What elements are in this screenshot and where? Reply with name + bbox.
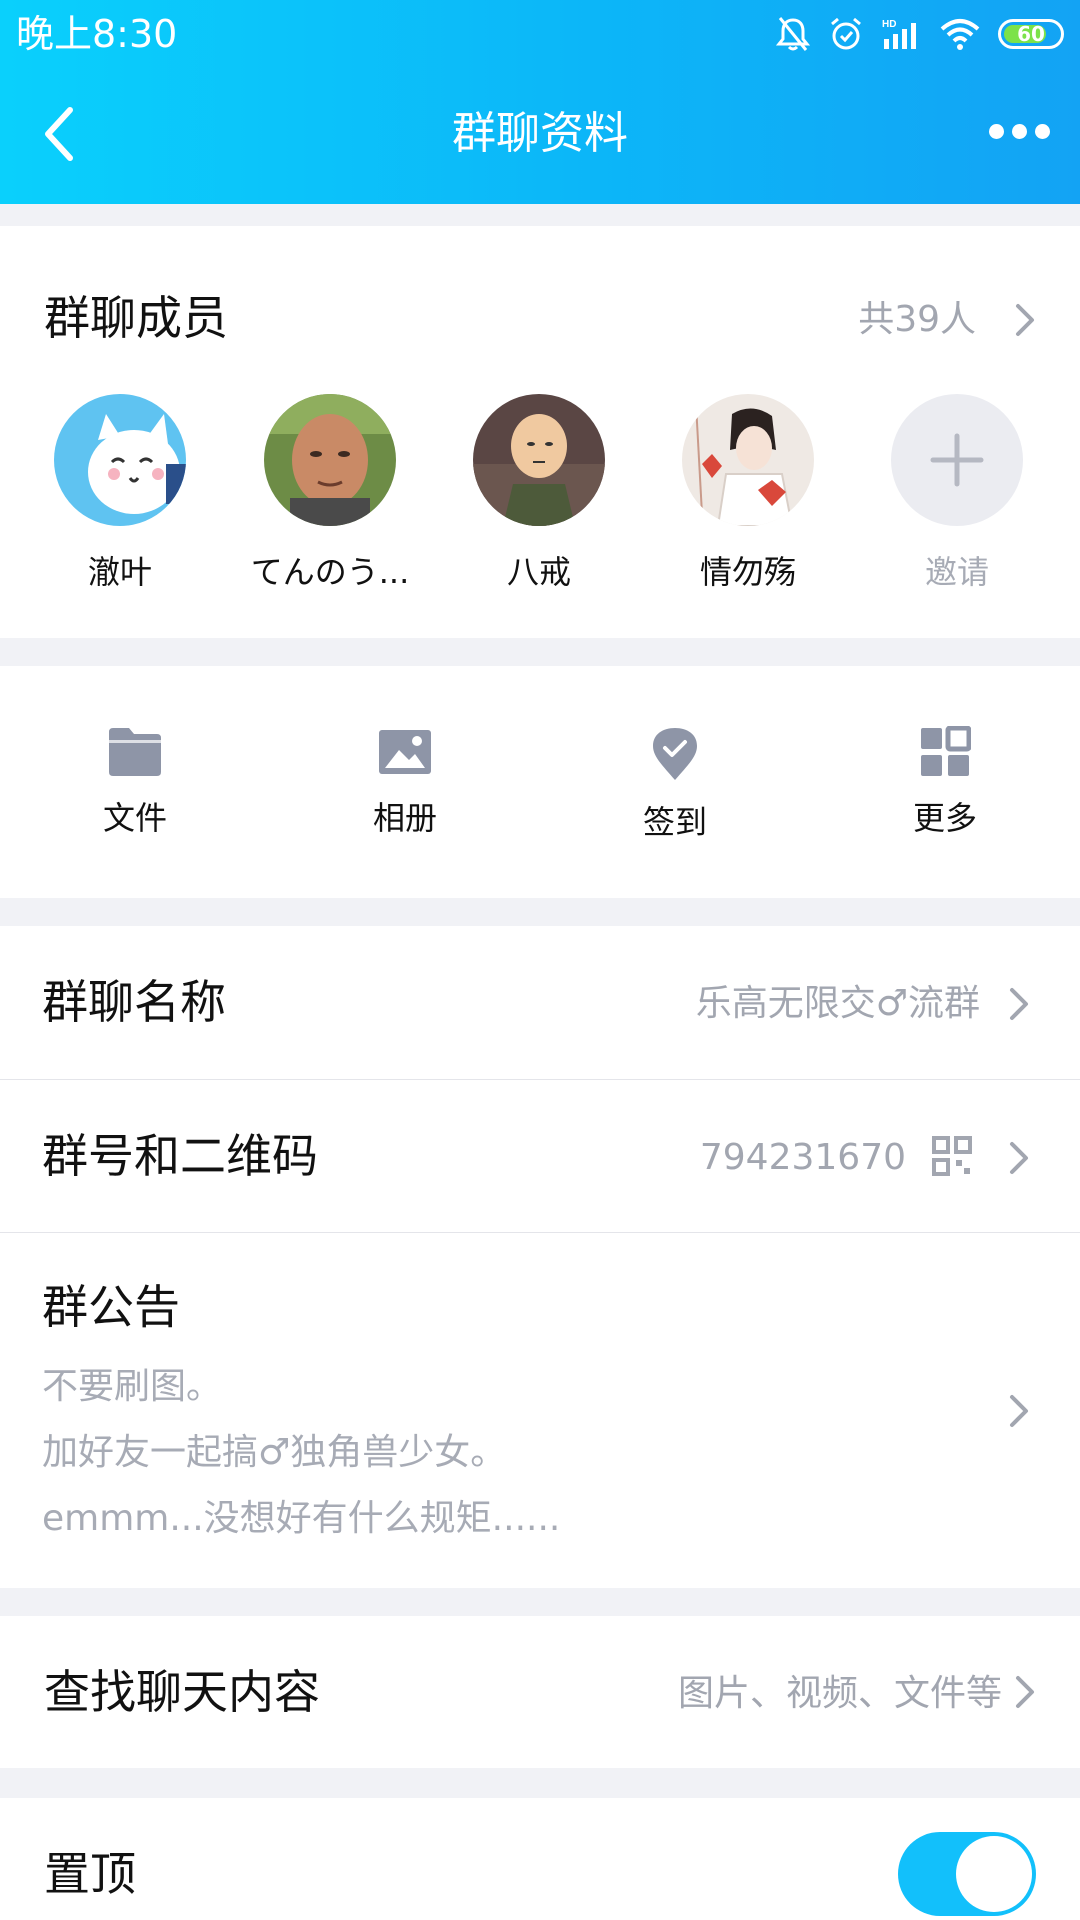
announcement-line: 不要刷图。 <box>42 1366 223 1407</box>
checkin-button[interactable]: 签到 <box>585 726 765 842</box>
more-options-icon[interactable] <box>989 124 1050 139</box>
pin-toggle[interactable] <box>898 1832 1036 1916</box>
avatar <box>54 394 186 526</box>
invite-button[interactable]: 邀请 <box>862 394 1052 592</box>
tool-label: 文件 <box>102 799 167 837</box>
plus-icon <box>891 394 1023 526</box>
chevron-right-icon <box>1010 1395 1028 1427</box>
battery-indicator: 60 <box>998 19 1064 49</box>
wifi-icon <box>940 19 980 50</box>
battery-level: 60 <box>1017 22 1045 46</box>
members-count[interactable]: 共39人 <box>858 298 976 342</box>
header-bar: 晚上8:30 HD 60 群聊资料 <box>0 0 1080 204</box>
announcement-row[interactable]: 群公告 不要刷图。 加好友一起搞♂独角兽少女。 emmm...没想好有什么规矩.… <box>0 1233 1080 1588</box>
member-name: てんのう... <box>250 553 410 591</box>
tool-label: 签到 <box>642 803 707 841</box>
group-number-label: 群号和二维码 <box>42 1129 318 1183</box>
search-history-label: 查找聊天内容 <box>44 1665 320 1719</box>
search-history-hint: 图片、视频、文件等 <box>677 1673 1002 1714</box>
group-number-value: 794231670 <box>699 1137 906 1178</box>
chevron-right-icon <box>1010 988 1028 1020</box>
announcement-line: 加好友一起搞♂独角兽少女。 <box>42 1432 507 1473</box>
members-title: 群聊成员 <box>44 291 228 345</box>
grid-icon <box>921 726 971 776</box>
pin-label: 置顶 <box>44 1847 136 1901</box>
checkin-icon <box>653 728 697 780</box>
folder-icon <box>109 728 161 776</box>
mute-bell-icon <box>776 17 810 51</box>
group-name-row[interactable]: 群聊名称 乐高无限交♂流群 <box>0 926 1080 1080</box>
more-button[interactable]: 更多 <box>855 726 1035 838</box>
qr-code-icon <box>932 1136 972 1176</box>
status-time: 晚上8:30 <box>16 12 178 56</box>
group-name-label: 群聊名称 <box>42 975 226 1029</box>
page-title: 群聊资料 <box>452 108 628 159</box>
image-icon <box>379 730 431 774</box>
status-icons: HD 60 <box>776 14 1064 54</box>
avatar <box>473 394 605 526</box>
album-button[interactable]: 相册 <box>315 726 495 838</box>
members-chevron-right-icon[interactable] <box>1010 300 1040 340</box>
chevron-right-icon <box>1016 1676 1034 1708</box>
announcement-label: 群公告 <box>42 1280 180 1334</box>
search-history-row[interactable]: 查找聊天内容 图片、视频、文件等 <box>0 1616 1080 1768</box>
member-item[interactable]: 澈叶 <box>25 394 215 592</box>
member-item[interactable]: 情勿殇 <box>653 394 843 592</box>
tool-label: 相册 <box>372 799 437 837</box>
member-name: 八戒 <box>506 553 571 591</box>
member-item[interactable]: 八戒 <box>444 394 634 592</box>
avatar <box>264 394 396 526</box>
avatar <box>682 394 814 526</box>
files-button[interactable]: 文件 <box>45 726 225 838</box>
chevron-right-icon <box>1010 1142 1028 1174</box>
tool-label: 更多 <box>912 799 977 837</box>
member-item[interactable]: てんのう... <box>235 394 425 592</box>
group-name-value: 乐高无限交♂流群 <box>695 983 980 1024</box>
signal-icon: HD <box>882 19 916 49</box>
alarm-icon <box>831 17 861 50</box>
announcement-line: emmm...没想好有什么规矩...... <box>42 1498 561 1539</box>
toggle-knob <box>956 1836 1032 1912</box>
member-name: 澈叶 <box>87 553 152 591</box>
group-number-row[interactable]: 群号和二维码 794231670 <box>0 1080 1080 1232</box>
invite-label: 邀请 <box>924 553 989 591</box>
svg-text:HD: HD <box>882 19 896 30</box>
member-name: 情勿殇 <box>699 553 796 591</box>
